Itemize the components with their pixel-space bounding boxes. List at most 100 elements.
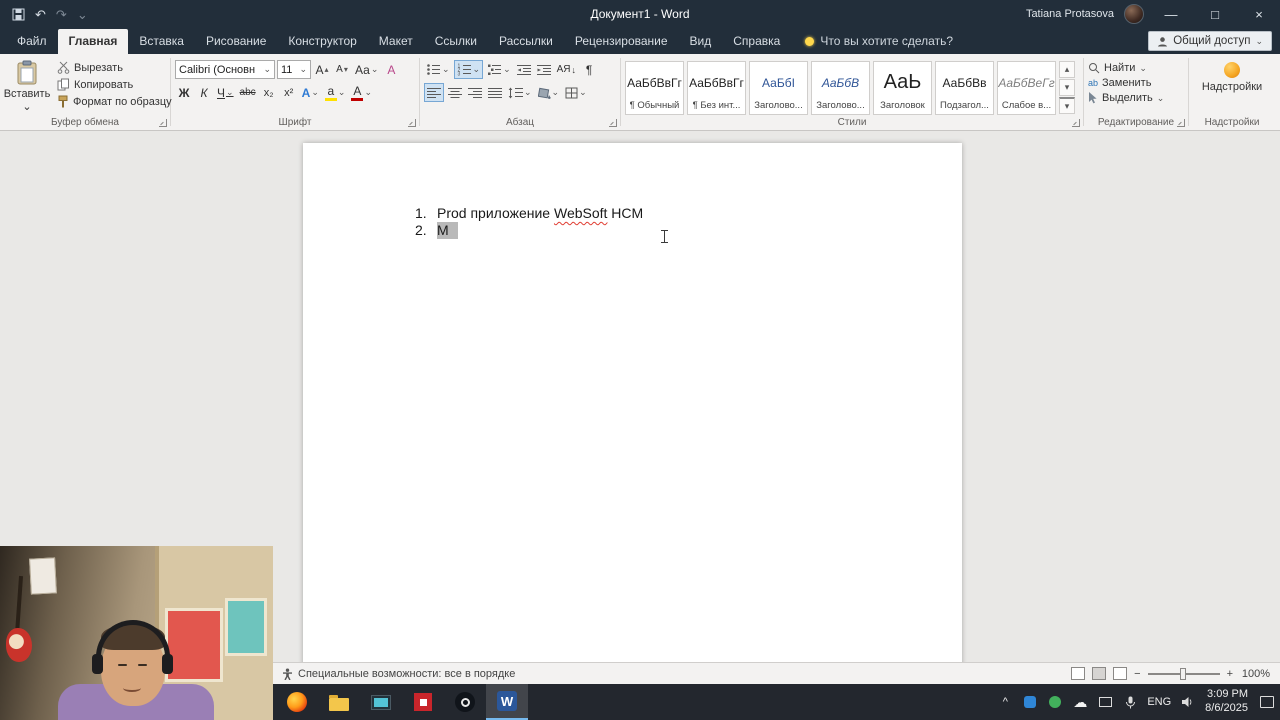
font-size-combo[interactable]: 11 ⌄ [277, 60, 311, 79]
italic-button[interactable]: К [195, 83, 213, 102]
shading-button[interactable]: ⌄ [536, 83, 562, 102]
zoom-in-button[interactable]: + [1227, 668, 1233, 680]
style-no-spacing[interactable]: АаБбВвГг ¶ Без инт... [687, 61, 746, 115]
grow-font-button[interactable]: А ▴ [313, 60, 331, 79]
language-indicator[interactable]: ENG [1147, 696, 1171, 708]
tell-me-box[interactable]: Что вы хотите сделать? [805, 34, 953, 54]
read-mode-button[interactable] [1071, 667, 1086, 680]
volume-icon[interactable] [1180, 694, 1196, 710]
copy-button[interactable]: Копировать [54, 77, 175, 92]
tray-app-icon-green[interactable] [1047, 694, 1063, 710]
close-button[interactable]: × [1242, 0, 1276, 28]
zoom-level[interactable]: 100% [1240, 668, 1270, 680]
line-spacing-button[interactable]: ⌄ [506, 83, 534, 102]
style-heading1[interactable]: АаБбІ Заголово... [749, 61, 808, 115]
taskbar-red-app[interactable] [402, 684, 444, 720]
underline-button[interactable]: Ч ⌄ [215, 83, 236, 102]
numbering-button[interactable]: 123 ⌄ [453, 60, 484, 79]
bold-button[interactable]: Ж [175, 83, 193, 102]
style-normal[interactable]: АаБбВвГг ¶ Обычный [625, 61, 684, 115]
tab-layout[interactable]: Макет [368, 29, 424, 54]
style-subtle-emphasis[interactable]: АаБбВеГг Слабое в... [997, 61, 1056, 115]
share-button[interactable]: Общий доступ ⌄ [1148, 31, 1272, 51]
tray-chevron-up-icon[interactable]: ^ [997, 694, 1013, 710]
borders-button[interactable]: ⌄ [563, 83, 589, 102]
styles-dialog-launcher[interactable] [1072, 119, 1080, 127]
document-page[interactable]: 1. Prod приложение WebSoft HCM 2. М [303, 143, 962, 662]
change-case-button[interactable]: Аа ⌄ [353, 60, 380, 79]
list-item-1[interactable]: 1. Prod приложение WebSoft HCM [415, 205, 643, 222]
onedrive-cloud-icon[interactable]: ☁ [1072, 694, 1088, 710]
clipboard-dialog-launcher[interactable] [159, 119, 167, 127]
tab-help[interactable]: Справка [722, 29, 791, 54]
account-name[interactable]: Tatiana Protasova [1026, 8, 1114, 20]
find-button[interactable]: Найти ⌄ [1088, 62, 1184, 74]
text-effects-button[interactable]: А ⌄ [300, 83, 321, 102]
taskbar-word[interactable]: W [486, 684, 528, 720]
strikethrough-button[interactable]: abc [238, 83, 258, 102]
notification-center-icon[interactable] [1260, 696, 1274, 708]
editing-dialog-launcher[interactable] [1177, 119, 1185, 127]
justify-button[interactable] [486, 83, 504, 102]
tab-home[interactable]: Главная [57, 29, 129, 54]
shrink-font-button[interactable]: А ▾ [333, 60, 351, 79]
account-avatar[interactable] [1124, 4, 1144, 24]
font-color-button[interactable]: А ⌄ [349, 83, 374, 102]
web-layout-button[interactable] [1113, 667, 1128, 680]
customize-quick-access-icon[interactable]: ⌄ [77, 8, 88, 21]
tab-mailings[interactable]: Рассылки [488, 29, 564, 54]
styles-scroll-up-button[interactable]: ▴ [1059, 61, 1075, 78]
zoom-slider[interactable] [1147, 667, 1220, 680]
print-layout-button[interactable] [1092, 667, 1107, 680]
taskbar-obs[interactable] [444, 684, 486, 720]
maximize-button[interactable]: □ [1198, 0, 1232, 28]
increase-indent-button[interactable] [535, 60, 553, 79]
clear-formatting-button[interactable]: А [382, 60, 400, 79]
addins-button[interactable]: Надстройки [1193, 58, 1271, 97]
save-icon[interactable] [12, 8, 25, 21]
taskbar-file-explorer[interactable] [318, 684, 360, 720]
replace-button[interactable]: ab Заменить [1088, 77, 1184, 89]
align-left-button[interactable] [424, 83, 444, 102]
show-marks-button[interactable]: ¶ [580, 60, 598, 79]
minimize-button[interactable]: — [1154, 0, 1188, 28]
subscript-button[interactable]: х₂ [260, 83, 278, 102]
font-dialog-launcher[interactable] [408, 119, 416, 127]
styles-scroll-down-button[interactable]: ▾ [1059, 79, 1075, 96]
tab-design[interactable]: Конструктор [277, 29, 367, 54]
redo-icon[interactable]: ↷ [56, 8, 67, 21]
style-title[interactable]: АаЬ Заголовок [873, 61, 932, 115]
tab-view[interactable]: Вид [679, 29, 723, 54]
microphone-icon[interactable] [1122, 694, 1138, 710]
style-heading2[interactable]: АаБбВ Заголово... [811, 61, 870, 115]
zoom-slider-thumb[interactable] [1179, 667, 1186, 680]
display-icon[interactable] [1097, 694, 1113, 710]
tab-references[interactable]: Ссылки [424, 29, 488, 54]
format-painter-button[interactable]: Формат по образцу [54, 94, 175, 109]
sort-button[interactable]: АЯ ↓ [555, 60, 578, 79]
bullets-button[interactable]: ⌄ [424, 60, 452, 79]
align-center-button[interactable] [446, 83, 464, 102]
tab-draw[interactable]: Рисование [195, 29, 277, 54]
font-name-combo[interactable]: Calibri (Основн ⌄ [175, 60, 275, 79]
paragraph-dialog-launcher[interactable] [609, 119, 617, 127]
highlight-color-button[interactable]: а ⌄ [323, 83, 348, 102]
tab-review[interactable]: Рецензирование [564, 29, 679, 54]
zoom-out-button[interactable]: − [1134, 668, 1140, 680]
cut-button[interactable]: Вырезать [54, 60, 175, 75]
styles-more-button[interactable]: ▾ [1059, 97, 1075, 114]
select-button[interactable]: Выделить ⌄ [1088, 92, 1184, 104]
multilevel-list-button[interactable]: ⌄ [485, 60, 513, 79]
superscript-button[interactable]: х² [280, 83, 298, 102]
taskbar-clock[interactable]: 3:09 PM 8/6/2025 [1205, 688, 1248, 716]
undo-icon[interactable]: ↶ [35, 8, 46, 21]
taskbar-monitor-app[interactable] [360, 684, 402, 720]
tab-file[interactable]: Файл [6, 29, 58, 54]
taskbar-firefox[interactable] [276, 684, 318, 720]
list-item-2[interactable]: 2. М [415, 222, 458, 239]
decrease-indent-button[interactable] [515, 60, 533, 79]
style-subtitle[interactable]: АаБбВв Подзагол... [935, 61, 994, 115]
align-right-button[interactable] [466, 83, 484, 102]
tab-insert[interactable]: Вставка [128, 29, 195, 54]
paste-button[interactable]: Вставить ⌄ [4, 58, 50, 114]
